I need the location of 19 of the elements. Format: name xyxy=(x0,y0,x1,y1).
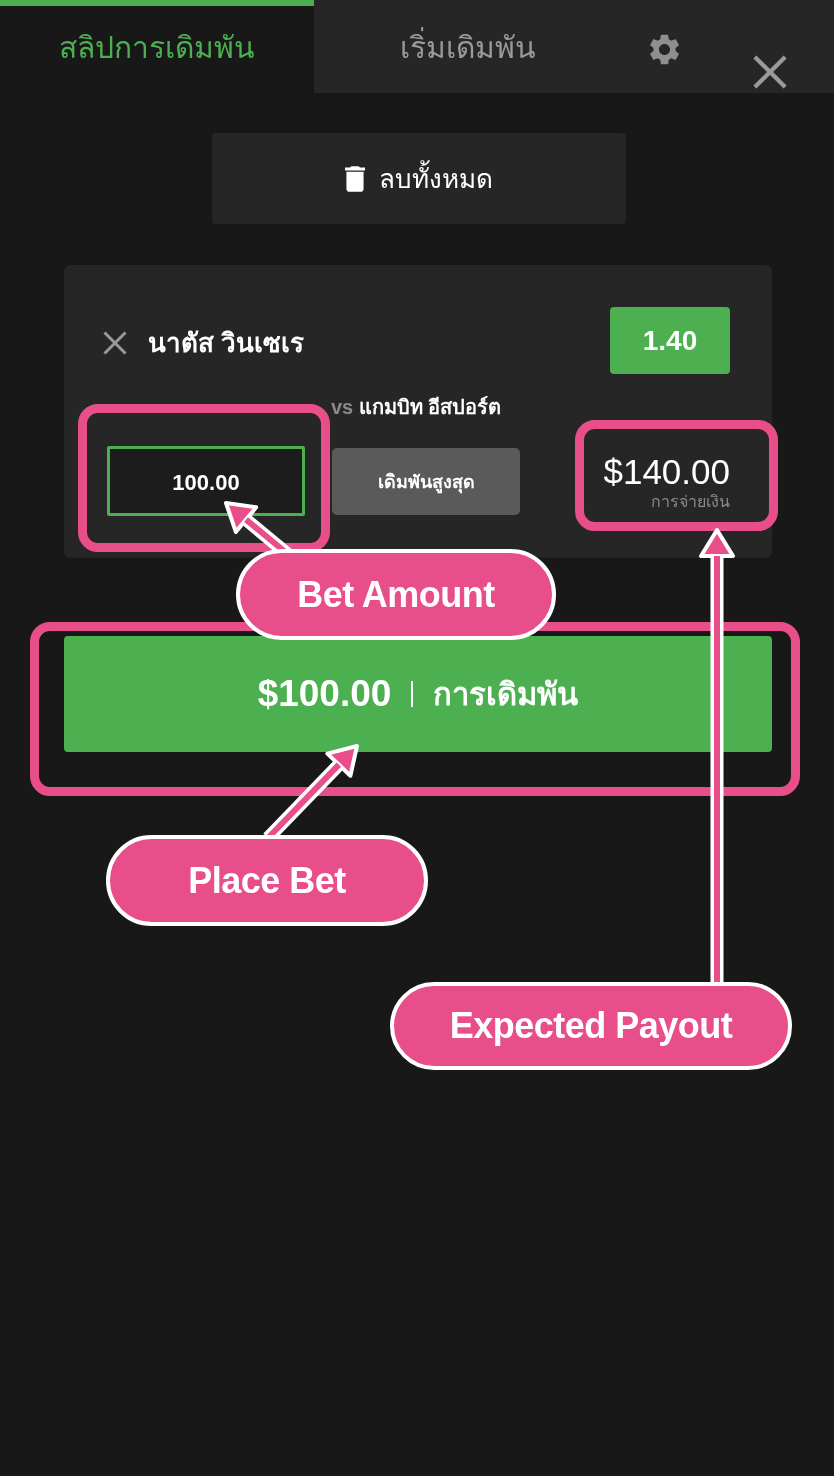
trash-icon xyxy=(345,165,365,192)
place-bet-label: การเดิมพัน xyxy=(433,676,579,714)
clear-all-button[interactable]: ลบทั้งหมด xyxy=(212,133,626,224)
clear-all-label: ลบทั้งหมด xyxy=(379,158,493,199)
tab[interactable]: เริ่มเดิมพัน xyxy=(314,0,622,93)
callout-label: Bet Amount xyxy=(236,549,556,640)
bet-total: $100.00 xyxy=(257,673,392,715)
remove-icon[interactable] xyxy=(103,330,127,355)
max-bet-button[interactable]: เดิมพันสูงสุด xyxy=(332,447,520,515)
match-info: vs แกมบิท อีสปอร์ต xyxy=(331,395,502,420)
callout-label: Place Bet xyxy=(106,835,428,926)
stake-input[interactable]: 100.00 xyxy=(107,446,305,516)
payout-amount: $140.00 xyxy=(603,452,730,492)
odds-badge: 1.40 xyxy=(610,307,730,374)
payout-label: การจ่ายเงิน xyxy=(651,492,730,512)
callout-label: Expected Payout xyxy=(390,982,792,1070)
settings-icon[interactable] xyxy=(650,34,679,65)
selection-name: นาตัส วินเซเร xyxy=(148,327,305,360)
close-icon[interactable] xyxy=(753,55,787,89)
